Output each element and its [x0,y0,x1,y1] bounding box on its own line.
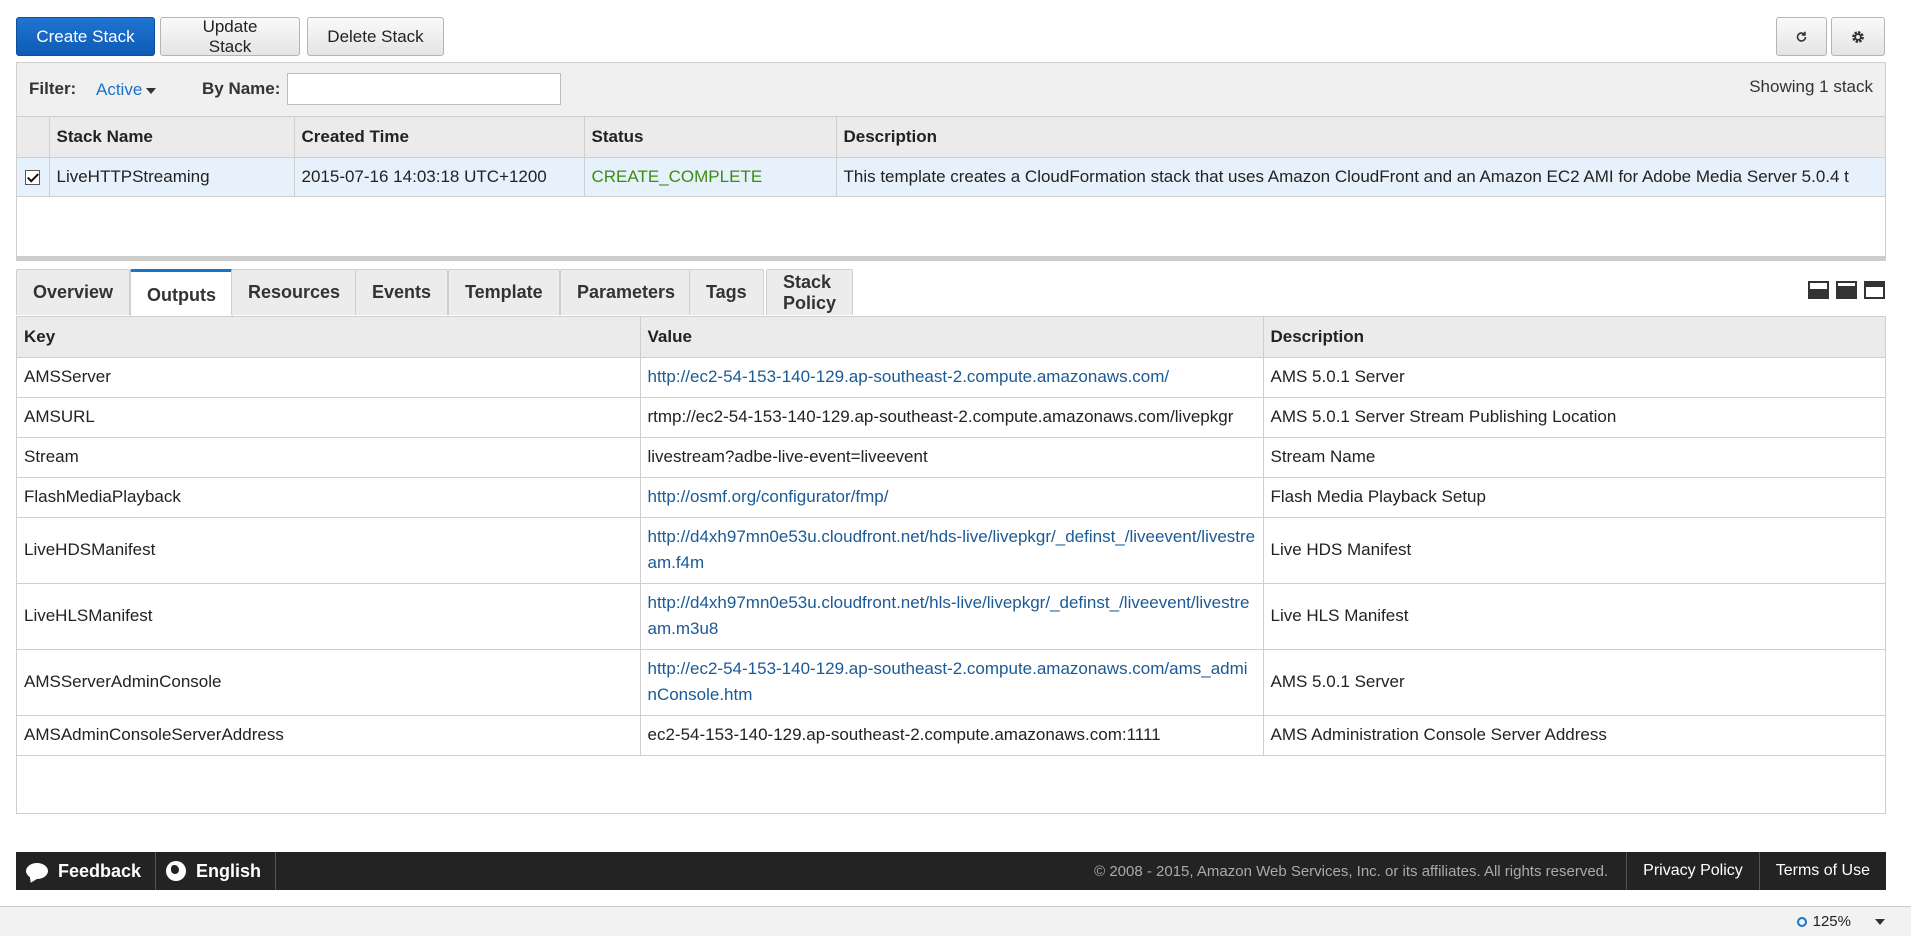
outputs-table: Key Value Description AMSServer http://e… [17,317,1885,756]
view-layout-toggles [1808,281,1885,299]
copyright-text: © 2008 - 2015, Amazon Web Services, Inc.… [1094,862,1609,880]
column-header[interactable]: Description [836,117,1885,158]
top-toolbar: Create Stack Update Stack Delete Stack [16,17,1885,57]
table-row: LiveHLSManifest http://d4xh97mn0e53u.clo… [17,583,1885,650]
panel-resize-handle[interactable] [16,256,1886,261]
output-value: livestream?adbe-live-event=liveevent [640,437,1264,478]
output-value: rtmp://ec2-54-153-140-129.ap-southeast-2… [640,397,1264,438]
output-description: AMS 5.0.1 Server [1263,649,1885,716]
output-value-link[interactable]: http://ec2-54-153-140-129.ap-southeast-2… [648,367,1170,386]
table-row: FlashMediaPlayback http://osmf.org/confi… [17,477,1885,518]
filter-label: Filter: [29,79,77,98]
filter-active-dropdown[interactable]: Active [96,80,157,100]
zoom-icon [1796,916,1807,927]
layout-split-panel-icon[interactable] [1836,281,1857,299]
by-name-label: By Name: [202,79,281,98]
zoom-level: 125% [1812,913,1851,930]
tab-parameters[interactable]: Parameters [560,269,693,315]
output-description: AMS Administration Console Server Addres… [1263,715,1885,756]
output-value: ec2-54-153-140-129.ap-southeast-2.comput… [640,715,1264,756]
table-row: AMSServerAdminConsole http://ec2-54-153-… [17,649,1885,716]
output-description: Flash Media Playback Setup [1263,477,1885,518]
output-key: AMSServer [17,357,641,398]
output-key: Stream [17,437,641,478]
outputs-panel: Key Value Description AMSServer http://e… [16,316,1886,814]
output-key: LiveHLSManifest [17,583,641,650]
output-description: Live HDS Manifest [1263,517,1885,584]
speech-bubble-icon [26,863,48,879]
output-key: AMSURL [17,397,641,438]
stacks-table: Stack Name Created Time Status Descripti… [17,117,1885,197]
tab-overview[interactable]: Overview [16,269,131,315]
language-label: English [196,860,262,881]
status-badge: CREATE_COMPLETE [584,157,837,197]
stacks-header-row: Stack Name Created Time Status Descripti… [17,117,1885,158]
stack-description: This template creates a CloudFormation s… [836,157,1885,197]
table-row: AMSAdminConsoleServerAddress ec2-54-153-… [17,715,1885,756]
showing-count: Showing 1 stack [1749,77,1873,96]
tab-events[interactable]: Events [355,269,449,315]
output-value-link[interactable]: http://d4xh97mn0e53u.cloudfront.net/hls-… [648,593,1250,638]
feedback-button[interactable]: Feedback [16,852,157,890]
zoom-control[interactable]: 125% [1796,913,1885,930]
output-description: Live HLS Manifest [1263,583,1885,650]
privacy-policy-link[interactable]: Privacy Policy [1626,852,1759,890]
select-column-header [17,117,50,158]
page-footer: Feedback English © 2008 - 2015, Amazon W… [16,852,1886,890]
row-checkbox[interactable] [25,169,41,185]
language-selector[interactable]: English [156,852,277,890]
stacks-panel: Filter: Active By Name: Showing 1 stack … [16,62,1886,258]
table-row: LiveHDSManifest http://d4xh97mn0e53u.clo… [17,517,1885,584]
output-key: LiveHDSManifest [17,517,641,584]
output-key: AMSAdminConsoleServerAddress [17,715,641,756]
output-value-link[interactable]: http://d4xh97mn0e53u.cloudfront.net/hds-… [648,527,1256,572]
column-header: Key [17,317,641,358]
caret-down-icon [146,87,157,94]
terms-of-use-link[interactable]: Terms of Use [1758,852,1886,890]
output-description: AMS 5.0.1 Server [1263,357,1885,398]
chevron-down-icon [1875,918,1885,925]
layout-bottom-panel-icon[interactable] [1808,281,1829,299]
delete-stack-button[interactable]: Delete Stack [307,17,444,56]
filter-active-label: Active [96,80,143,99]
feedback-label: Feedback [58,860,142,881]
output-description: AMS 5.0.1 Server Stream Publishing Locat… [1263,397,1885,438]
filter-bar: Filter: Active By Name: Showing 1 stack [17,63,1885,117]
globe-icon [166,861,187,881]
layout-full-panel-icon[interactable] [1864,281,1885,299]
column-header: Value [640,317,1264,358]
browser-status-bar: 125% [0,906,1911,936]
tab-resources[interactable]: Resources [231,269,358,315]
tab-outputs[interactable]: Outputs [130,269,233,318]
table-row: Stream livestream?adbe-live-event=liveev… [17,437,1885,478]
output-value-link[interactable]: http://ec2-54-153-140-129.ap-southeast-2… [648,659,1248,704]
refresh-icon [1796,31,1807,42]
tab-template[interactable]: Template [448,269,560,315]
output-key: FlashMediaPlayback [17,477,641,518]
outputs-header-row: Key Value Description [17,317,1885,358]
refresh-button[interactable] [1776,17,1827,56]
output-value-link[interactable]: http://osmf.org/configurator/fmp/ [648,487,889,506]
create-stack-button[interactable]: Create Stack [16,17,155,56]
settings-button[interactable] [1831,17,1885,56]
gear-icon [1852,30,1864,43]
by-name-input[interactable] [287,73,561,105]
update-stack-button[interactable]: Update Stack [160,17,300,56]
stack-row[interactable]: LiveHTTPStreaming 2015-07-16 14:03:18 UT… [17,157,1885,197]
output-key: AMSServerAdminConsole [17,649,641,716]
column-header[interactable]: Created Time [294,117,585,158]
table-row: AMSURL rtmp://ec2-54-153-140-129.ap-sout… [17,397,1885,438]
table-row: AMSServer http://ec2-54-153-140-129.ap-s… [17,357,1885,398]
tab-tags[interactable]: Tags [689,269,764,315]
column-header[interactable]: Stack Name [49,117,295,158]
stack-name: LiveHTTPStreaming [49,157,295,197]
created-time: 2015-07-16 14:03:18 UTC+1200 [294,157,585,197]
output-description: Stream Name [1263,437,1885,478]
column-header[interactable]: Status [584,117,837,158]
tab-stack-policy[interactable]: Stack Policy [766,269,854,315]
column-header: Description [1263,317,1885,358]
